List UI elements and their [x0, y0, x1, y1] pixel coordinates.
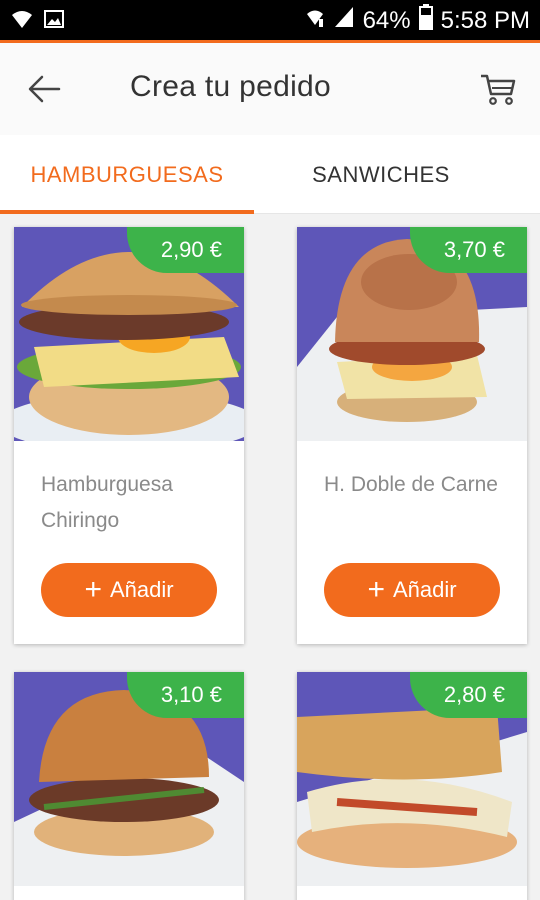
category-tabs: HAMBURGUESAS SANWICHES	[0, 135, 540, 214]
price-badge: 3,70 €	[409, 227, 527, 273]
tab-sanwiches[interactable]: SANWICHES	[254, 135, 508, 214]
arrow-left-icon	[28, 75, 61, 103]
add-button[interactable]: + Añadir	[41, 563, 217, 617]
back-button[interactable]	[20, 65, 68, 113]
battery-icon	[418, 4, 433, 37]
product-card[interactable]: 2,80 €	[297, 672, 527, 900]
product-name: Hamburguesa Chiringo	[41, 473, 173, 532]
plus-icon: +	[367, 573, 385, 606]
cart-button[interactable]	[474, 65, 522, 113]
clock: 5:58 PM	[440, 6, 530, 34]
status-bar: 64% 5:58 PM	[0, 0, 540, 40]
signal-icon	[333, 5, 355, 36]
product-card[interactable]: 3,10 €	[14, 672, 244, 900]
status-right: 64% 5:58 PM	[305, 4, 530, 37]
price-badge: 2,80 €	[409, 672, 527, 718]
page-title: Crea tu pedido	[130, 70, 332, 103]
price-badge: 3,10 €	[126, 672, 244, 718]
price-badge: 2,90 €	[126, 227, 244, 273]
status-left	[10, 8, 64, 35]
cart-icon	[481, 74, 516, 105]
product-card[interactable]: 3,70 € H. Doble de Carne + Añadir	[297, 227, 527, 644]
product-card[interactable]: 2,90 € Hamburguesa Chiringo + Añadir	[14, 227, 244, 644]
battery-percent: 64%	[362, 6, 411, 34]
plus-icon: +	[84, 573, 102, 606]
image-icon	[44, 9, 64, 34]
add-button[interactable]: + Añadir	[324, 563, 500, 617]
wifi-icon	[10, 8, 34, 35]
product-name: H. Doble de Carne	[324, 473, 498, 496]
app-header: Crea tu pedido	[0, 43, 540, 135]
wifi-calling-icon	[305, 5, 325, 36]
add-button-label: Añadir	[392, 577, 457, 602]
add-button-label: Añadir	[109, 577, 174, 602]
active-tab-indicator	[0, 210, 254, 214]
tab-hamburguesas[interactable]: HAMBURGUESAS	[0, 135, 254, 214]
